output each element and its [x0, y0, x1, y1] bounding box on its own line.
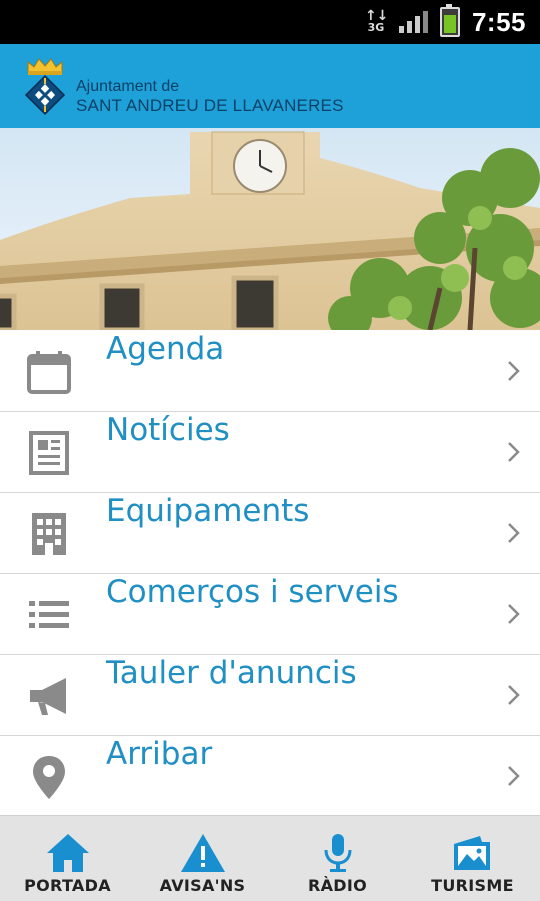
- menu-label: Comerços i serveis: [106, 574, 399, 610]
- app-header: Ajuntament de SANT ANDREU DE LLAVANERES: [0, 44, 540, 128]
- nav-label: PORTADA: [24, 876, 111, 895]
- menu-item-agenda[interactable]: Agenda: [0, 331, 540, 412]
- town-hall-banner-image: [0, 128, 540, 330]
- signal-icon: [398, 11, 428, 33]
- newspaper-icon: [29, 431, 69, 475]
- tourism-icon: [453, 836, 490, 870]
- nav-label: RÀDIO: [307, 876, 368, 895]
- nav-label: AVISA'NS: [159, 876, 246, 895]
- menu-item-arribar[interactable]: Arribar: [0, 736, 540, 816]
- organization-name: Ajuntament de SANT ANDREU DE LLAVANERES: [76, 78, 344, 116]
- network-type: 3G: [367, 21, 385, 34]
- nav-avisans[interactable]: AVISA'NS: [135, 816, 270, 901]
- coat-of-arms-logo: [24, 58, 66, 116]
- network-icon: ↑↓ 3G: [365, 9, 388, 34]
- nav-turisme[interactable]: TURISME: [405, 816, 540, 901]
- nav-radio[interactable]: RÀDIO: [270, 816, 405, 901]
- org-line1: Ajuntament de: [76, 78, 180, 95]
- menu-item-comercos[interactable]: Comerços i serveis: [0, 574, 540, 655]
- menu-label: Notícies: [106, 412, 230, 448]
- chevron-right-icon: [508, 685, 520, 705]
- chevron-right-icon: [508, 361, 520, 381]
- menu-label: Arribar: [106, 736, 213, 772]
- menu-label: Tauler d'anuncis: [106, 655, 357, 691]
- warning-icon: [180, 834, 225, 872]
- nav-portada[interactable]: PORTADA: [0, 816, 135, 901]
- chevron-right-icon: [508, 604, 520, 624]
- menu-label: Agenda: [106, 331, 225, 367]
- menu-item-tauler[interactable]: Tauler d'anuncis: [0, 655, 540, 736]
- nav-label: TURISME: [431, 876, 514, 895]
- building-icon: [32, 513, 66, 555]
- chevron-right-icon: [508, 766, 520, 786]
- bottom-navigation: PORTADA AVISA'NS RÀDIO TURISME: [0, 815, 540, 901]
- microphone-icon: [324, 834, 351, 872]
- map-pin-icon: [33, 756, 65, 799]
- main-menu: Agenda Notícies Equipaments Comerços i s…: [0, 331, 540, 816]
- megaphone-icon: [30, 678, 66, 715]
- status-bar: ↑↓ 3G 7:55: [0, 0, 540, 44]
- chevron-right-icon: [508, 442, 520, 462]
- list-icon: [29, 601, 69, 628]
- home-icon: [46, 834, 89, 872]
- clock: 7:55: [471, 6, 526, 37]
- menu-item-equipaments[interactable]: Equipaments: [0, 493, 540, 574]
- menu-item-noticies[interactable]: Notícies: [0, 412, 540, 493]
- calendar-icon: [27, 351, 71, 394]
- org-line2: SANT ANDREU DE LLAVANERES: [76, 96, 344, 115]
- menu-label: Equipaments: [106, 493, 310, 529]
- battery-icon: [439, 4, 460, 37]
- chevron-right-icon: [508, 523, 520, 543]
